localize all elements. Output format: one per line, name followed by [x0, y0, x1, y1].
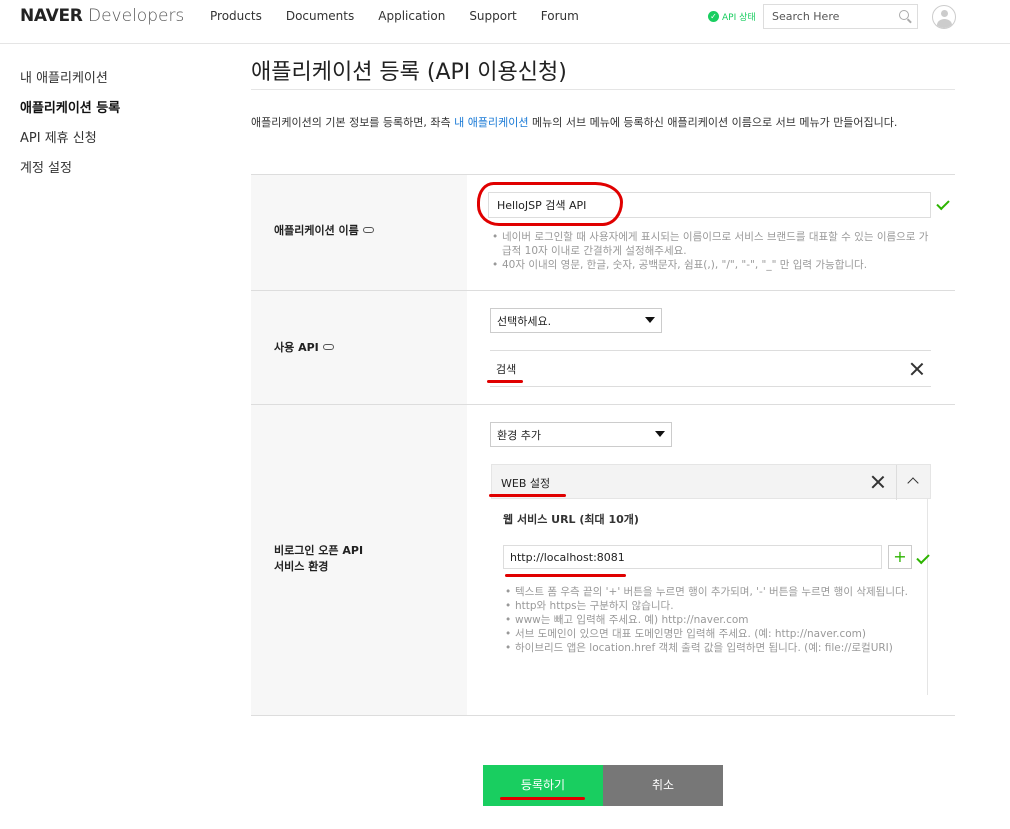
web-url-input[interactable]: http://localhost:8081 — [503, 545, 882, 569]
user-avatar-icon[interactable] — [932, 5, 956, 29]
title-divider — [251, 89, 955, 90]
global-nav: Products Documents Application Support F… — [210, 9, 579, 23]
annotation-underline-url — [505, 574, 626, 577]
my-apps-link[interactable]: 내 애플리케이션 — [454, 116, 528, 129]
annotation-underline-search — [487, 380, 523, 383]
search-icon[interactable] — [899, 10, 909, 20]
nav-forum[interactable]: Forum — [541, 9, 579, 23]
remove-web-icon[interactable] — [871, 475, 885, 489]
sidebar-item-account-settings[interactable]: 계정 설정 — [20, 160, 120, 190]
dropdown-arrow-icon — [645, 317, 655, 323]
use-api-header: 사용 API — [251, 291, 467, 404]
guide-item: 네이버 로그인할 때 사용자에게 표시되는 이름이므로 서비스 브랜드를 대표할… — [492, 230, 932, 258]
registration-form: 애플리케이션 이름 HelloJSP 검색 API 네이버 로그인할 때 사용자… — [251, 174, 955, 716]
service-env-label-2: 서비스 환경 — [274, 560, 329, 573]
env-select[interactable]: 환경 추가 — [490, 422, 672, 447]
collapse-up-icon[interactable] — [907, 477, 919, 489]
logo-naver: NAVER — [20, 6, 83, 26]
guide-item: http와 https는 구분하지 않습니다. — [505, 599, 915, 613]
service-env-row: 비로그인 오픈 API 서비스 환경 환경 추가 WEB 설정 웹 서비스 UR… — [251, 405, 955, 716]
guide-item: 하이브리드 앱은 location.href 객체 출력 값을 입력하면 됩니다… — [505, 641, 915, 655]
nav-support[interactable]: Support — [469, 9, 516, 23]
logo-developers: Developers — [88, 6, 185, 26]
guide-item: 텍스트 폼 우측 끝의 '+' 버튼을 누르면 행이 추가되며, '-' 버튼을… — [505, 585, 915, 599]
valid-check-icon — [916, 550, 930, 565]
annotation-underline-submit — [500, 797, 585, 800]
annotation-circle-app-name — [477, 182, 623, 226]
naver-developers-logo[interactable]: NAVER Developers — [20, 6, 184, 26]
valid-check-icon — [936, 196, 950, 211]
service-env-header: 비로그인 오픈 API 서비스 환경 — [251, 405, 467, 715]
api-status-label: API 상태 — [722, 13, 756, 23]
annotation-underline-web — [489, 494, 566, 497]
app-name-label: 애플리케이션 이름 — [274, 224, 359, 237]
nav-application[interactable]: Application — [378, 9, 445, 23]
top-header: NAVER Developers Products Documents Appl… — [0, 0, 1010, 44]
dropdown-arrow-icon — [655, 431, 665, 437]
search-input[interactable] — [764, 5, 889, 28]
page-description: 애플리케이션의 기본 정보를 등록하면, 좌측 내 애플리케이션 메뉴의 서브 … — [251, 113, 955, 133]
selected-api-label: 검색 — [496, 362, 517, 376]
env-select-value: 환경 추가 — [497, 428, 541, 442]
nav-products[interactable]: Products — [210, 9, 262, 23]
use-api-label: 사용 API — [274, 341, 319, 354]
cancel-button[interactable]: 취소 — [603, 765, 723, 806]
desc-text-2: 메뉴의 서브 메뉴에 등록하신 애플리케이션 이름으로 서브 메뉴가 만들어집니… — [528, 116, 898, 129]
web-settings-title: WEB 설정 — [501, 477, 551, 490]
sidebar-menu: 내 애플리케이션 애플리케이션 등록 API 제휴 신청 계정 설정 — [20, 70, 120, 190]
web-url-title: 웹 서비스 URL (최대 10개) — [503, 513, 639, 526]
api-select-value: 선택하세요. — [497, 314, 552, 328]
sidebar-item-register-app[interactable]: 애플리케이션 등록 — [20, 100, 120, 130]
use-api-row: 사용 API 선택하세요. 검색 — [251, 291, 955, 405]
web-url-guide: 텍스트 폼 우측 끝의 '+' 버튼을 누르면 행이 추가되며, '-' 버튼을… — [505, 585, 915, 655]
guide-item: 40자 이내의 영문, 한글, 숫자, 공백문자, 쉼표(,), "/", "-… — [492, 258, 932, 272]
api-status-link[interactable]: ✓ API 상태 — [708, 10, 756, 23]
service-env-label-1: 비로그인 오픈 API — [274, 544, 364, 557]
app-name-guide: 네이버 로그인할 때 사용자에게 표시되는 이름이므로 서비스 브랜드를 대표할… — [492, 230, 932, 272]
link-icon — [362, 227, 374, 233]
sidebar-item-api-partnership[interactable]: API 제휴 신청 — [20, 130, 120, 160]
guide-item: 서브 도메인이 있으면 대표 도메인명만 입력해 주세요. (예: http:/… — [505, 627, 915, 641]
guide-item: www는 빼고 입력해 주세요. 예) http://naver.com — [505, 613, 915, 627]
desc-text-1: 애플리케이션의 기본 정보를 등록하면, 좌측 — [251, 116, 455, 129]
status-check-icon: ✓ — [708, 11, 719, 22]
link-icon — [322, 344, 334, 350]
api-select[interactable]: 선택하세요. — [490, 308, 662, 333]
app-name-header: 애플리케이션 이름 — [251, 175, 467, 290]
selected-api-item: 검색 — [490, 350, 931, 387]
web-settings-body: 웹 서비스 URL (최대 10개) http://localhost:8081… — [491, 499, 930, 695]
nav-documents[interactable]: Documents — [286, 9, 354, 23]
page-title: 애플리케이션 등록 (API 이용신청) — [251, 60, 567, 85]
search-box — [763, 4, 918, 29]
sidebar-item-my-apps[interactable]: 내 애플리케이션 — [20, 70, 120, 100]
web-settings-panel: WEB 설정 웹 서비스 URL (최대 10개) http://localho… — [491, 464, 931, 697]
remove-api-icon[interactable] — [910, 362, 924, 376]
add-url-button[interactable]: + — [888, 545, 912, 569]
header-separator — [896, 465, 897, 500]
